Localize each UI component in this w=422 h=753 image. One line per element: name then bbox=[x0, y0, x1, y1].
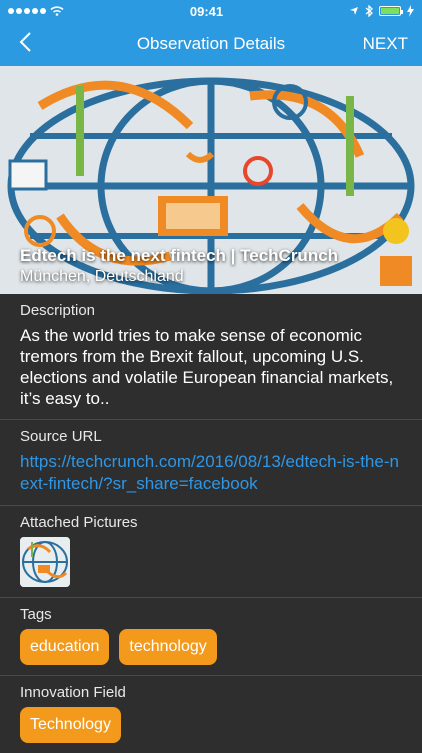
attached-pictures-section: Attached Pictures bbox=[0, 506, 422, 598]
signal-strength-icon bbox=[8, 8, 46, 14]
innovation-field-section: Innovation Field Technology bbox=[0, 676, 422, 753]
status-right bbox=[349, 5, 414, 17]
back-button[interactable] bbox=[18, 29, 48, 60]
page-title: Observation Details bbox=[136, 34, 286, 53]
attached-pictures-label: Attached Pictures bbox=[20, 514, 138, 531]
innovation-field-label: Innovation Field bbox=[20, 684, 126, 701]
battery-icon bbox=[379, 6, 403, 16]
chevron-left-icon bbox=[19, 31, 31, 52]
bluetooth-icon bbox=[365, 5, 373, 17]
innovation-field-list: Technology bbox=[20, 707, 402, 743]
hero-image: Edtech is the next fintech | TechCrunch … bbox=[0, 66, 422, 294]
tags-label: Tags bbox=[20, 606, 52, 623]
thumbnail-illustration bbox=[20, 537, 70, 587]
tag-list: education technology bbox=[20, 629, 402, 665]
charging-icon bbox=[407, 5, 414, 17]
signal-area bbox=[8, 6, 64, 16]
innovation-field-technology[interactable]: Technology bbox=[20, 707, 121, 743]
tag-education[interactable]: education bbox=[20, 629, 110, 665]
location-arrow-icon bbox=[350, 7, 358, 15]
hero-caption: Edtech is the next fintech | TechCrunch … bbox=[20, 246, 338, 286]
description-label: Description bbox=[20, 302, 96, 319]
next-button[interactable]: NEXT bbox=[363, 34, 408, 54]
description-section: Description As the world tries to make s… bbox=[0, 294, 422, 420]
status-bar: 09:41 bbox=[0, 0, 422, 22]
source-url-label: Source URL bbox=[20, 428, 102, 445]
attached-picture-thumbnail[interactable] bbox=[20, 537, 70, 587]
article-title: Edtech is the next fintech | TechCrunch bbox=[20, 246, 339, 265]
description-text: As the world tries to make sense of econ… bbox=[20, 326, 394, 408]
navigation-bar: Observation Details NEXT bbox=[0, 22, 422, 66]
source-url-link[interactable]: https://techcrunch.com/2016/08/13/edtech… bbox=[20, 451, 402, 495]
location-label: München, Deutschland bbox=[20, 268, 184, 285]
tag-technology[interactable]: technology bbox=[119, 629, 217, 665]
source-url-section: Source URL https://techcrunch.com/2016/0… bbox=[0, 420, 422, 506]
wifi-icon bbox=[50, 6, 64, 16]
status-time: 09:41 bbox=[189, 3, 224, 19]
tags-section: Tags education technology bbox=[0, 598, 422, 676]
